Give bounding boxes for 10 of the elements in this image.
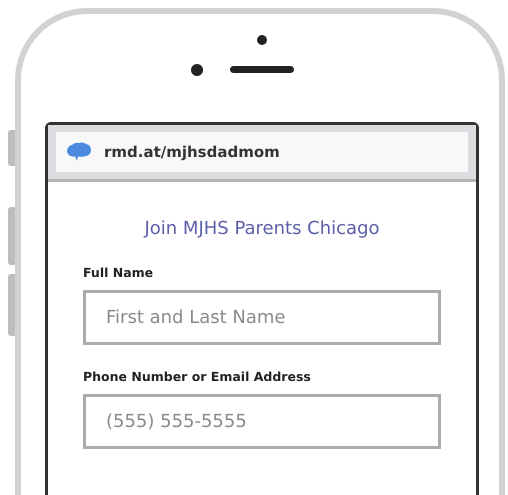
input-field[interactable]: First and Last Name (83, 290, 441, 345)
url-field[interactable]: rmd.at/mjhsdadmom (56, 132, 468, 172)
sensor-icon (191, 64, 203, 76)
input-field[interactable]: (555) 555-5555 (83, 394, 441, 449)
front-camera-icon (257, 35, 267, 45)
field-label: Full Name (83, 265, 154, 280)
speaker-icon (230, 66, 294, 73)
speech-bubble-icon (66, 142, 92, 162)
form-title: Join MJHS Parents Chicago (142, 218, 381, 239)
field-label: Phone Number or Email Address (83, 369, 312, 384)
